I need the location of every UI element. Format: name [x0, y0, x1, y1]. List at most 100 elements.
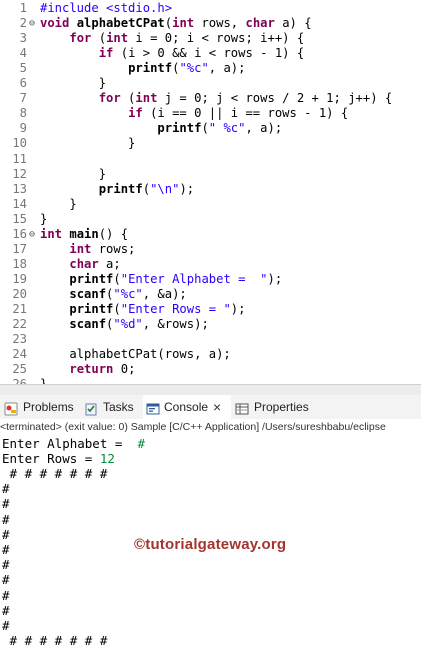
code-line[interactable]: 11 [0, 152, 421, 167]
code-line[interactable]: 13 printf("\n"); [0, 182, 421, 197]
code-token: ( [120, 91, 136, 106]
console-icon [146, 400, 160, 415]
code-line[interactable]: 14 } [0, 197, 421, 212]
code-line[interactable]: 18 char a; [0, 257, 421, 272]
console-output-line: # [2, 587, 10, 603]
code-line[interactable]: 7 for (int j = 0; j < rows / 2 + 1; j++)… [0, 91, 421, 106]
code-token: a; [98, 256, 121, 271]
code-line[interactable]: 25 return 0; [0, 362, 421, 377]
code-token: } [40, 76, 107, 91]
code-text: printf("%c", a); [40, 61, 245, 76]
line-number: 10 [12, 136, 27, 151]
code-line[interactable]: 21 printf("Enter Rows = "); [0, 302, 421, 317]
code-line[interactable]: 23 [0, 332, 421, 347]
code-line[interactable]: 15} [0, 212, 421, 227]
watermark-text: ©tutorialgateway.org [134, 536, 287, 553]
code-token: , &a); [142, 286, 187, 301]
tab-problems[interactable]: Problems [4, 395, 76, 419]
code-text: } [40, 136, 135, 151]
code-token: () { [98, 226, 129, 241]
code-token: "\n" [150, 181, 180, 196]
line-number: 20 [12, 286, 27, 301]
console-output-line: # [2, 618, 10, 633]
code-token: "Enter Alphabet = " [120, 271, 268, 286]
code-token: rows; [91, 241, 136, 256]
fold-toggle-icon[interactable]: ⊖ [29, 227, 35, 242]
code-line[interactable]: 17 int rows; [0, 242, 421, 257]
code-text: alphabetCPat(rows, a); [40, 347, 231, 362]
line-number: 6 [19, 76, 27, 91]
console-output-line: # [2, 496, 10, 512]
code-line[interactable]: 10 } [0, 136, 421, 151]
line-number: 4 [19, 46, 27, 61]
tab-console[interactable]: Console × [143, 395, 231, 419]
code-token: printf [69, 271, 114, 286]
line-number: 12 [12, 166, 27, 181]
code-token: } [40, 166, 107, 181]
code-editor[interactable]: 1 #include <stdio.h> 2 ⊖ void alphabetCPat(i… [0, 0, 421, 384]
code-line[interactable]: 24 alphabetCPat(rows, a); [0, 347, 421, 362]
prompt-text: Enter Rows = [2, 451, 100, 466]
code-line[interactable]: 3 for (int i = 0; i < rows; i++) { [0, 31, 421, 46]
line-number: 19 [12, 271, 27, 286]
code-token: ( [113, 302, 121, 316]
code-token: int [69, 241, 92, 256]
code-line[interactable]: 8 if (i == 0 || i == rows - 1) { [0, 106, 421, 121]
code-line[interactable]: 5 printf("%c", a); [0, 61, 421, 76]
code-token: int [106, 31, 129, 46]
close-icon[interactable]: × [213, 395, 221, 419]
code-text: return 0; [40, 362, 135, 377]
line-number: 11 [12, 151, 27, 166]
code-line[interactable]: 26} [0, 377, 421, 384]
code-token: j = 0; j < rows / 2 + 1; j++) { [157, 91, 393, 106]
code-line[interactable]: 4 if (i > 0 && i < rows - 1) { [0, 46, 421, 61]
code-token: "%c" [179, 61, 209, 76]
tab-properties[interactable]: Properties [235, 395, 321, 419]
console-output-line: # [2, 481, 10, 497]
code-token: alphabetCPat(rows, a); [40, 347, 231, 362]
code-token: a) { [274, 16, 312, 31]
code-text: } [40, 212, 47, 227]
code-line[interactable]: 1 #include <stdio.h> [0, 1, 421, 16]
code-line[interactable]: 2 ⊖ void alphabetCPat(int rows, char a) { [0, 16, 421, 31]
code-text: } [40, 76, 106, 91]
code-token: if [98, 46, 114, 61]
problems-icon [4, 400, 18, 416]
tab-label: Properties [254, 400, 309, 414]
console-output-line: # [2, 557, 10, 573]
code-token: ( [91, 31, 107, 46]
code-text: printf("Enter Alphabet = "); [40, 272, 282, 287]
code-token: } [40, 196, 77, 211]
code-text: } [40, 167, 106, 182]
code-token: } [40, 136, 136, 151]
tab-tasks[interactable]: Tasks [84, 395, 140, 419]
code-token: printf [128, 61, 173, 76]
code-line[interactable]: 6 } [0, 76, 421, 91]
code-line[interactable]: 9 printf(" %c", a); [0, 121, 421, 136]
code-text: #include <stdio.h> [40, 1, 172, 16]
tab-label: Tasks [103, 400, 134, 414]
code-token: ); [267, 271, 283, 286]
line-number: 2 [19, 16, 27, 31]
code-text: int rows; [40, 242, 135, 257]
code-text: printf("\n"); [40, 182, 194, 197]
code-line[interactable]: 20 scanf("%c", &a); [0, 287, 421, 302]
console-output-line: # [2, 542, 10, 557]
line-number: 3 [19, 31, 27, 46]
code-line[interactable]: 16 ⊖ int main() { [0, 227, 421, 242]
code-token: } [40, 377, 47, 384]
code-line[interactable]: 19 printf("Enter Alphabet = "); [0, 272, 421, 287]
code-token: scanf [69, 317, 107, 332]
code-line[interactable]: 12 } [0, 167, 421, 182]
fold-toggle-icon[interactable]: ⊖ [29, 16, 35, 31]
code-line[interactable]: 22 scanf("%d", &rows); [0, 317, 421, 332]
